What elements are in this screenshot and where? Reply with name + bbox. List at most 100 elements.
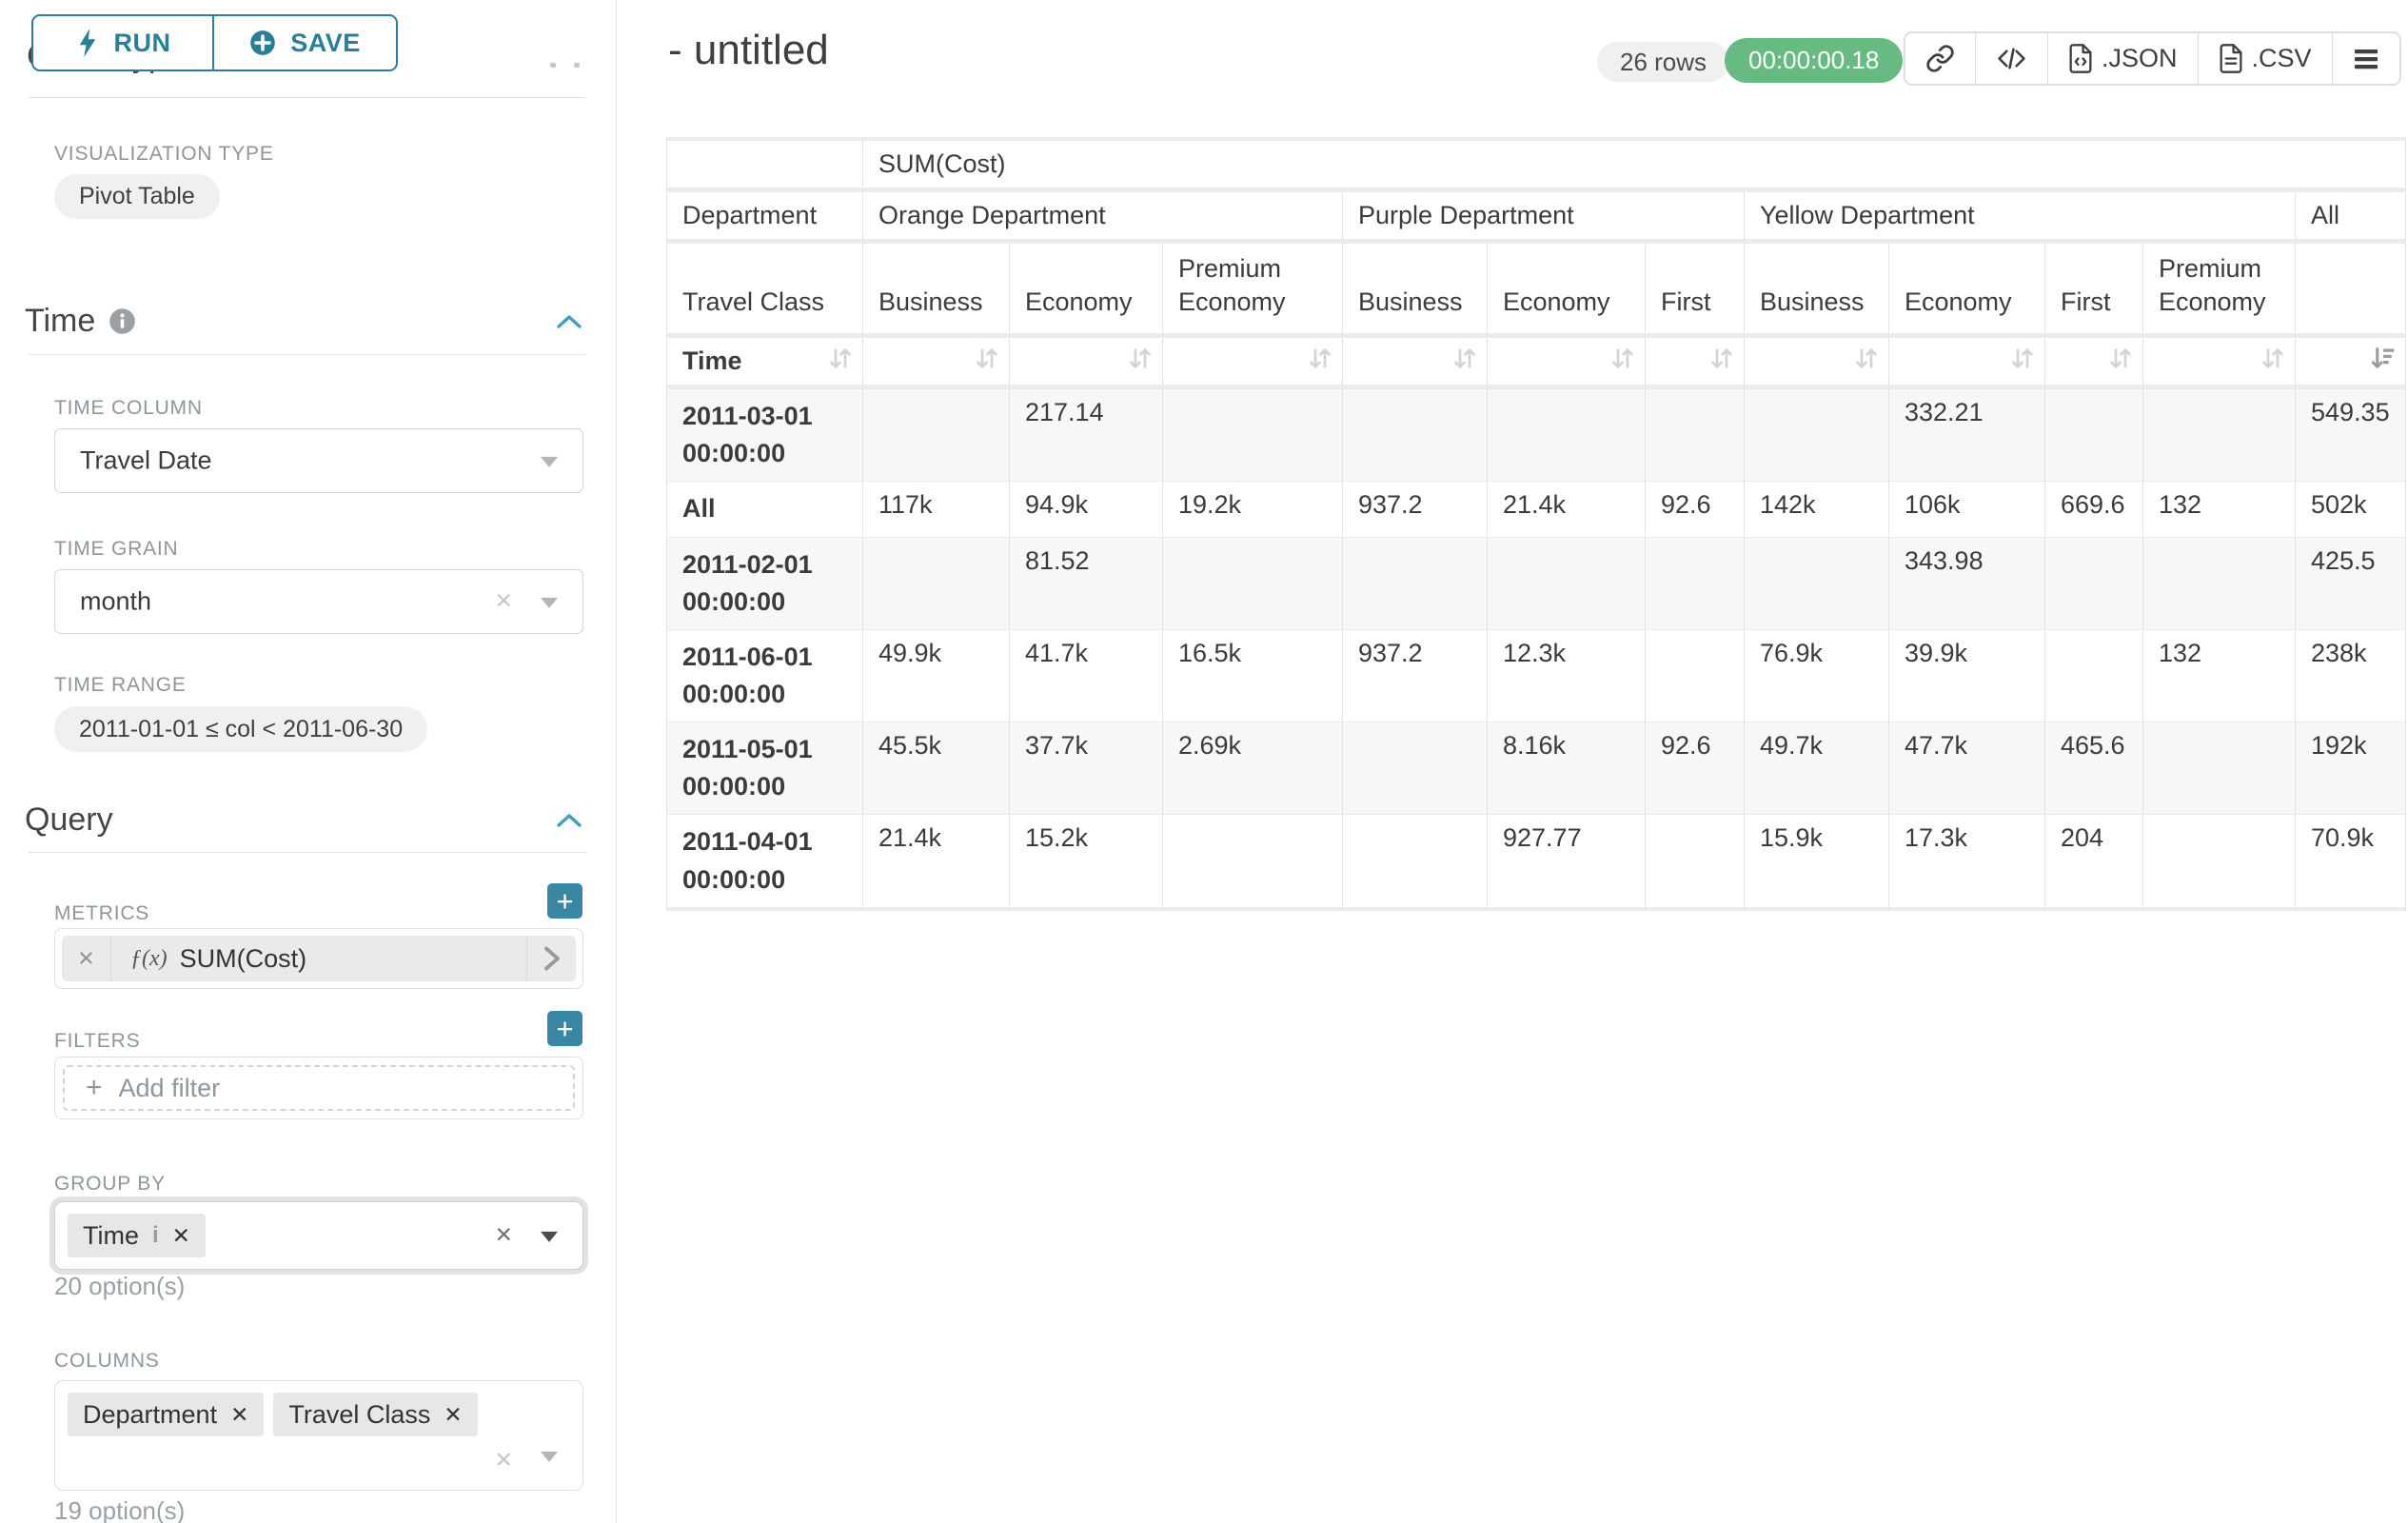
group-by-label: GROUP BY bbox=[54, 1173, 166, 1196]
columns-chip-department[interactable]: Department ✕ bbox=[68, 1393, 264, 1436]
collapse-query-icon[interactable] bbox=[555, 811, 583, 830]
pivot-cell bbox=[1646, 630, 1745, 722]
sort-icon[interactable] bbox=[826, 344, 855, 372]
pivot-cell: 15.2k bbox=[1010, 815, 1163, 910]
pivot-cell: 8.16k bbox=[1488, 722, 1646, 815]
pivot-cell bbox=[1163, 389, 1343, 482]
sort-icon[interactable] bbox=[973, 344, 1001, 372]
row-label: 2011-06-0100:00:00 bbox=[666, 630, 863, 722]
pivot-cell bbox=[2045, 630, 2143, 722]
pivot-cell: 49.7k bbox=[1745, 722, 1889, 815]
sort-icon[interactable] bbox=[1451, 344, 1479, 372]
pivot-cell: 47.7k bbox=[1889, 722, 2045, 815]
row-label: 2011-04-0100:00:00 bbox=[666, 815, 863, 910]
time-range-label: TIME RANGE bbox=[54, 674, 187, 697]
column-header: Economy bbox=[1488, 244, 1646, 338]
sort-column-header[interactable] bbox=[1163, 338, 1343, 389]
sort-column-header[interactable] bbox=[2045, 338, 2143, 389]
sort-column-header[interactable] bbox=[2296, 338, 2406, 389]
row-count-badge: 26 rows bbox=[1597, 42, 1729, 82]
sort-column-header[interactable] bbox=[1010, 338, 1163, 389]
pivot-cell: 549.35 bbox=[2296, 389, 2406, 482]
sort-column-header[interactable] bbox=[863, 338, 1010, 389]
pivot-cell: 37.7k bbox=[1010, 722, 1163, 815]
time-range-value[interactable]: 2011-01-01 ≤ col < 2011-06-30 bbox=[54, 706, 427, 752]
export-json-button[interactable]: .JSON bbox=[2048, 33, 2199, 84]
chart-title[interactable]: - untitled bbox=[668, 27, 829, 74]
add-metric-button[interactable]: + bbox=[547, 883, 582, 919]
divider bbox=[29, 852, 585, 853]
group-by-select[interactable]: Time i ✕ × bbox=[54, 1201, 583, 1270]
sort-desc-icon[interactable] bbox=[2369, 344, 2398, 372]
sort-icon[interactable] bbox=[2106, 344, 2135, 372]
remove-chip-icon[interactable]: ✕ bbox=[444, 1402, 462, 1428]
sort-icon[interactable] bbox=[1609, 344, 1637, 372]
add-filter-dropzone[interactable]: + Add filter bbox=[63, 1065, 575, 1111]
add-filter-label: Add filter bbox=[119, 1074, 221, 1103]
columns-chip-travel-class[interactable]: Travel Class ✕ bbox=[273, 1393, 477, 1436]
pivot-cell bbox=[1163, 538, 1343, 630]
remove-chip-icon[interactable]: ✕ bbox=[230, 1402, 248, 1428]
caret-down-icon bbox=[541, 598, 558, 608]
sort-icon[interactable] bbox=[2008, 344, 2037, 372]
run-button-label: RUN bbox=[114, 29, 171, 58]
time-column-select[interactable]: Travel Date bbox=[54, 428, 583, 493]
time-grain-select[interactable]: month × bbox=[54, 569, 583, 634]
pivot-cell: 192k bbox=[2296, 722, 2406, 815]
collapse-time-icon[interactable] bbox=[555, 312, 583, 331]
row-label: 2011-03-0100:00:00 bbox=[666, 389, 863, 482]
divider bbox=[29, 354, 585, 355]
group-by-option-count: 20 option(s) bbox=[54, 1272, 185, 1301]
visualization-type-value[interactable]: Pivot Table bbox=[54, 174, 220, 219]
column-header: Economy bbox=[1010, 244, 1163, 338]
link-icon bbox=[1925, 44, 1955, 73]
row-label: 2011-02-0100:00:00 bbox=[666, 538, 863, 630]
time-grain-value: month bbox=[80, 587, 151, 617]
caret-down-icon[interactable] bbox=[541, 1452, 558, 1462]
table-row: 2011-06-0100:00:0049.9k41.7k16.5k937.212… bbox=[666, 630, 2406, 722]
sort-icon[interactable] bbox=[1306, 344, 1334, 372]
metric-pill[interactable]: × ƒ(x) SUM(Cost) bbox=[62, 936, 576, 981]
run-button[interactable]: RUN bbox=[31, 14, 214, 71]
pivot-cell bbox=[863, 389, 1010, 482]
sort-icon[interactable] bbox=[1852, 344, 1881, 372]
pivot-cell: 81.52 bbox=[1010, 538, 1163, 630]
time-row-header[interactable]: Time bbox=[666, 338, 863, 389]
sort-column-header[interactable] bbox=[1488, 338, 1646, 389]
menu-button[interactable] bbox=[2333, 33, 2399, 84]
file-text-icon bbox=[2219, 44, 2243, 73]
info-icon bbox=[109, 307, 136, 335]
sort-icon[interactable] bbox=[2259, 344, 2287, 372]
export-csv-button[interactable]: .CSV bbox=[2199, 33, 2333, 84]
save-button[interactable]: SAVE bbox=[212, 14, 398, 71]
pivot-cell: 16.5k bbox=[1163, 630, 1343, 722]
group-by-chip-time[interactable]: Time i ✕ bbox=[68, 1214, 206, 1257]
columns-select[interactable]: Department ✕ Travel Class ✕ × bbox=[54, 1380, 583, 1491]
column-group-header: Purple Department bbox=[1343, 192, 1745, 244]
chevron-right-icon[interactable] bbox=[542, 944, 563, 973]
sort-column-header[interactable] bbox=[2143, 338, 2296, 389]
clear-icon[interactable]: × bbox=[495, 1446, 512, 1474]
remove-metric-icon[interactable]: × bbox=[62, 936, 111, 981]
sort-column-header[interactable] bbox=[1343, 338, 1488, 389]
embed-code-button[interactable] bbox=[1976, 33, 2048, 84]
info-icon: i bbox=[152, 1222, 159, 1249]
caret-down-icon[interactable] bbox=[541, 1232, 558, 1242]
time-grain-label: TIME GRAIN bbox=[54, 538, 179, 561]
pivot-cell: 49.9k bbox=[863, 630, 1010, 722]
query-duration-badge: 00:00:00.18 bbox=[1725, 38, 1903, 83]
table-row: 2011-05-0100:00:0045.5k37.7k2.69k8.16k92… bbox=[666, 722, 2406, 815]
sort-icon[interactable] bbox=[1126, 344, 1155, 372]
sort-icon[interactable] bbox=[1707, 344, 1736, 372]
copy-link-button[interactable] bbox=[1905, 33, 1976, 84]
pivot-table: SUM(Cost)DepartmentOrange DepartmentPurp… bbox=[666, 137, 2406, 911]
pivot-cell: 45.5k bbox=[863, 722, 1010, 815]
pivot-cell: 12.3k bbox=[1488, 630, 1646, 722]
clear-icon[interactable]: × bbox=[495, 586, 512, 615]
clear-icon[interactable]: × bbox=[495, 1220, 512, 1249]
sort-column-header[interactable] bbox=[1745, 338, 1889, 389]
add-filter-plus-button[interactable]: + bbox=[547, 1011, 582, 1046]
sort-column-header[interactable] bbox=[1889, 338, 2045, 389]
sort-column-header[interactable] bbox=[1646, 338, 1745, 389]
remove-chip-icon[interactable]: ✕ bbox=[172, 1223, 190, 1249]
